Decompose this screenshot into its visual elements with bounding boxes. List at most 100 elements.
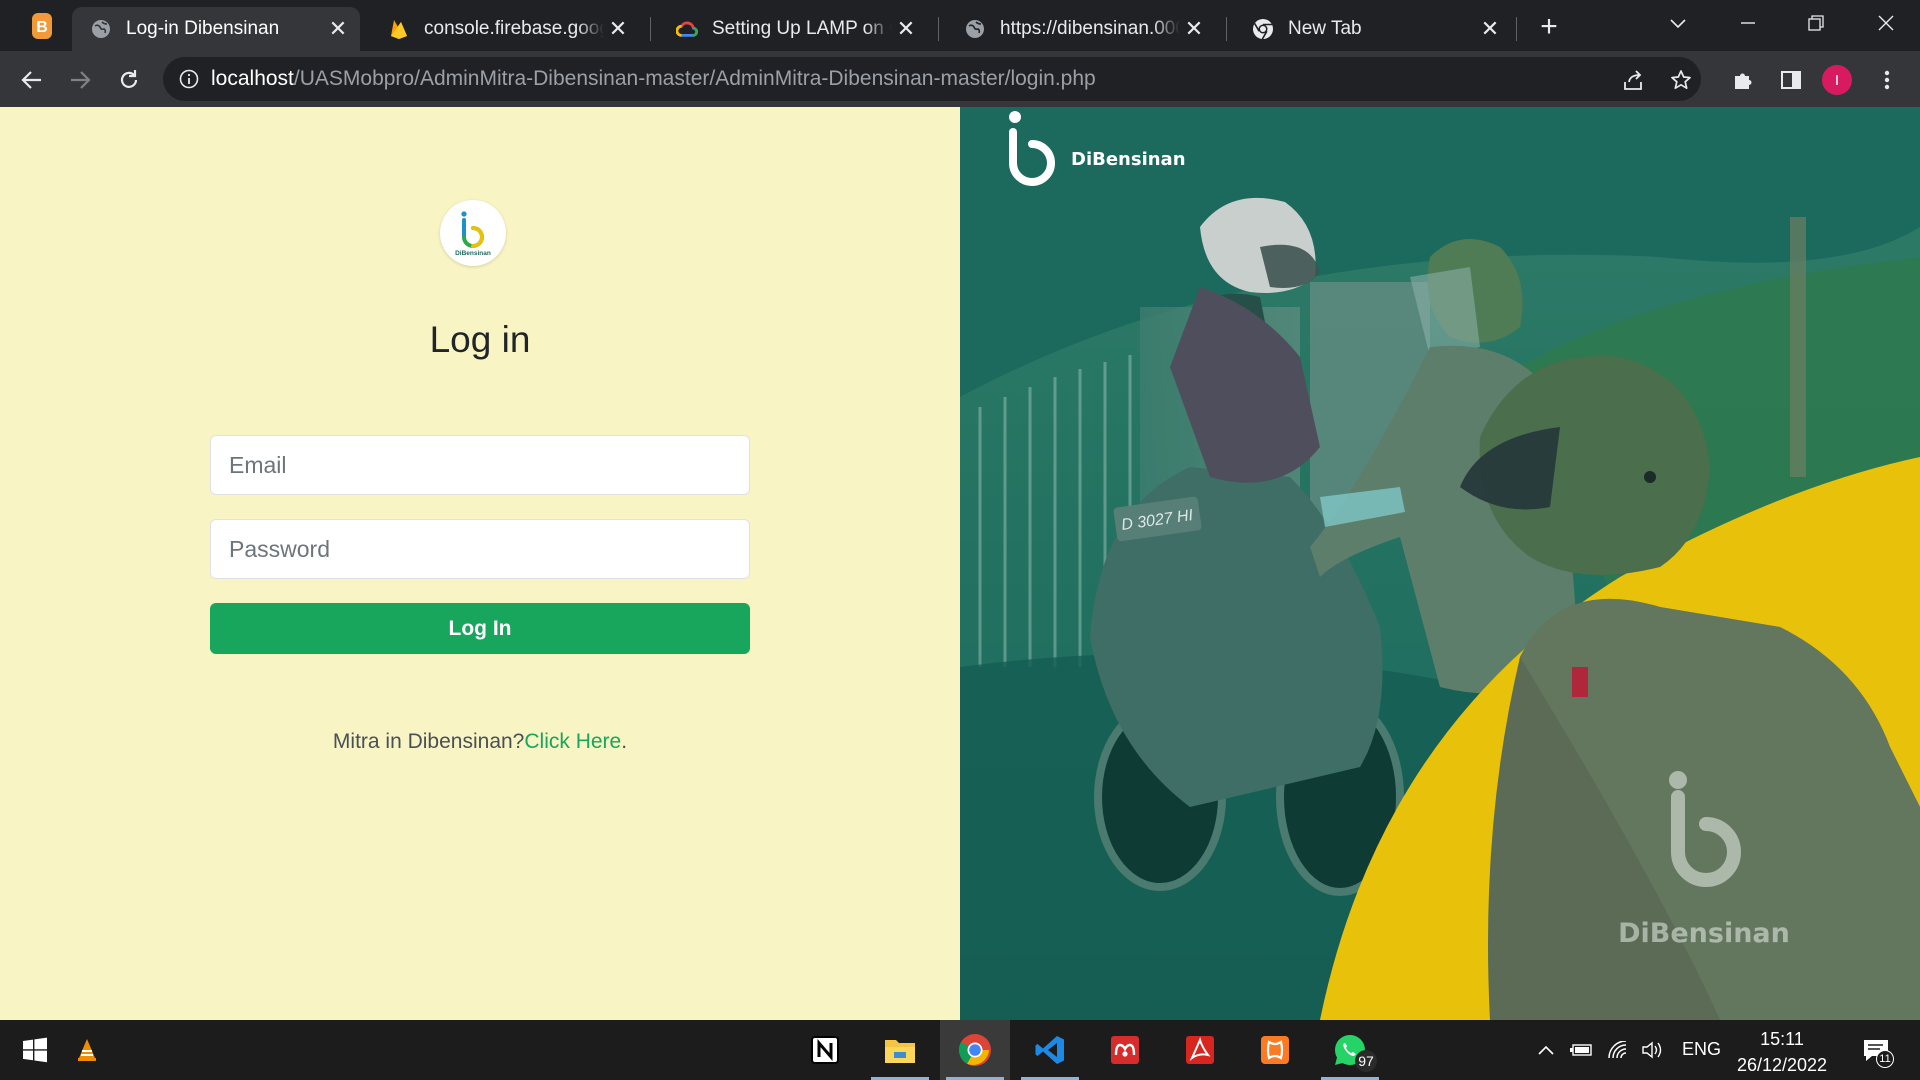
share-button[interactable] <box>1616 63 1650 97</box>
tab-firebase-console[interactable]: console.firebase.google.com ✕ <box>370 7 640 51</box>
chrome-icon <box>1252 18 1274 40</box>
windows-taskbar: 97 ENG 15:11 26/12/2022 11 <box>0 1020 1920 1080</box>
restore-icon <box>1808 15 1824 31</box>
share-icon <box>1624 70 1642 90</box>
taskbar-xampp[interactable] <box>1240 1020 1310 1080</box>
close-icon[interactable]: ✕ <box>324 15 352 43</box>
close-icon[interactable]: ✕ <box>1180 15 1208 43</box>
restore-button[interactable] <box>1796 6 1836 40</box>
close-icon[interactable]: ✕ <box>1476 15 1504 43</box>
clock-time: 15:11 <box>1760 1029 1804 1049</box>
close-icon[interactable]: ✕ <box>604 15 632 43</box>
reload-icon <box>120 70 138 88</box>
tab-title: Log-in Dibensinan <box>126 18 280 39</box>
dibensinan-logo-mark: DiBensinan <box>455 211 491 257</box>
system-clock[interactable]: 15:11 26/12/2022 <box>1730 1026 1834 1078</box>
browser-profile-badge[interactable]: B <box>22 10 62 42</box>
kebab-menu-icon <box>1884 70 1890 90</box>
svg-text:B: B <box>36 19 48 36</box>
hero-image: D 3027 HI DiBensinan DiBensinan <box>960 107 1920 1020</box>
register-link[interactable]: Click Here <box>524 730 621 753</box>
browser-tab-strip: B Log-in Dibensinan ✕ console.firebase.g… <box>0 0 1920 51</box>
hero-brand-name: DiBensinan <box>1071 149 1186 170</box>
battery-icon <box>1570 1044 1592 1056</box>
forward-button[interactable] <box>63 63 97 97</box>
register-prompt: Mitra in Dibensinan?Click Here. <box>0 730 960 754</box>
tab-search-button[interactable] <box>1658 6 1698 40</box>
tab-title: Setting Up LAMP on Compute Engine <box>712 18 892 39</box>
chevron-down-icon <box>1670 19 1686 29</box>
wifi-icon <box>1608 1041 1627 1059</box>
taskbar-file-explorer[interactable] <box>865 1020 935 1080</box>
login-button[interactable]: Log In <box>210 603 750 654</box>
address-bar[interactable]: localhost/UASMobpro/AdminMitra-Dibensina… <box>163 57 1701 101</box>
chevron-up-icon <box>1538 1045 1554 1055</box>
clock-date: 26/12/2022 <box>1736 1055 1828 1075</box>
tab-login-dibensinan[interactable]: Log-in Dibensinan ✕ <box>72 7 360 51</box>
browser-menu-button[interactable] <box>1870 63 1904 97</box>
close-window-button[interactable] <box>1866 6 1906 40</box>
star-icon <box>1671 70 1691 90</box>
profile-avatar[interactable]: I <box>1822 65 1852 95</box>
notification-count-badge: 11 <box>1876 1050 1894 1068</box>
side-panel-button[interactable] <box>1774 63 1808 97</box>
tab-separator <box>938 17 939 41</box>
new-tab-button[interactable]: + <box>1532 10 1566 44</box>
profile-badge-icon: B <box>32 13 52 39</box>
windows-icon <box>23 1037 47 1063</box>
arrow-right-icon <box>71 71 91 89</box>
xampp-icon <box>1261 1036 1289 1064</box>
email-field[interactable] <box>210 435 750 495</box>
tab-title: https://dibensinan.000webhostapp.com <box>1000 18 1180 39</box>
taskbar-mendeley[interactable] <box>1090 1020 1160 1080</box>
plus-icon: + <box>1540 10 1558 43</box>
volume-control[interactable] <box>1638 1036 1666 1064</box>
vscode-icon <box>1035 1036 1064 1064</box>
back-button[interactable] <box>15 63 49 97</box>
wifi-status[interactable] <box>1604 1036 1632 1064</box>
browser-toolbar: localhost/UASMobpro/AdminMitra-Dibensina… <box>0 51 1920 107</box>
hero-banner: D 3027 HI DiBensinan DiBensinan <box>960 107 1920 1020</box>
tab-separator <box>650 17 651 41</box>
jacket-brand-text: DiBensinan <box>1618 918 1790 949</box>
extensions-button[interactable] <box>1726 63 1760 97</box>
notification-center-button[interactable]: 11 <box>1856 1036 1896 1068</box>
bookmark-button[interactable] <box>1664 63 1698 97</box>
password-field[interactable] <box>210 519 750 579</box>
tab-title: console.firebase.google.com <box>424 18 604 39</box>
close-icon[interactable]: ✕ <box>892 15 920 43</box>
reload-button[interactable] <box>112 63 146 97</box>
battery-status[interactable] <box>1568 1036 1596 1064</box>
taskbar-whatsapp[interactable]: 97 <box>1315 1020 1385 1080</box>
site-info-icon[interactable] <box>177 67 201 91</box>
taskbar-notion[interactable] <box>790 1020 860 1080</box>
url-host: localhost <box>211 67 294 90</box>
minimize-button[interactable] <box>1728 6 1768 40</box>
tab-setting-up-lamp[interactable]: Setting Up LAMP on Compute Engine ✕ <box>658 7 928 51</box>
taskbar-vscode[interactable] <box>1015 1020 1085 1080</box>
globe-icon <box>90 18 112 40</box>
input-language[interactable]: ENG <box>1682 1039 1721 1060</box>
url-path: /UASMobpro/AdminMitra-Dibensinan-master/… <box>293 67 1096 90</box>
page-title: Log in <box>429 319 531 360</box>
url-text: localhost/UASMobpro/AdminMitra-Dibensina… <box>211 67 1096 91</box>
google-cloud-icon <box>676 18 698 40</box>
notion-icon <box>811 1036 839 1064</box>
register-prompt-text: Mitra in Dibensinan? <box>332 730 525 753</box>
tab-dibensinan-webhost[interactable]: https://dibensinan.000webhostapp.com ✕ <box>946 7 1216 51</box>
register-prompt-suffix: . <box>621 730 628 753</box>
speaker-icon <box>1642 1041 1662 1059</box>
tree-trunk <box>1790 217 1806 477</box>
login-panel: DiBensinan Log in Log In Mitra in Dibens… <box>0 107 960 1020</box>
minimize-icon <box>1741 22 1755 24</box>
tab-new-tab[interactable]: New Tab ✕ <box>1234 7 1512 51</box>
taskbar-vlc[interactable] <box>52 1020 122 1080</box>
taskbar-acrobat[interactable] <box>1165 1020 1235 1080</box>
dibensinan-logo: DiBensinan <box>440 200 506 266</box>
chrome-icon <box>958 1034 991 1066</box>
show-hidden-icons-button[interactable] <box>1532 1036 1560 1064</box>
close-icon <box>1878 15 1894 31</box>
tab-separator <box>1516 17 1517 41</box>
arrow-left-icon <box>21 71 41 89</box>
taskbar-chrome[interactable] <box>940 1020 1010 1080</box>
